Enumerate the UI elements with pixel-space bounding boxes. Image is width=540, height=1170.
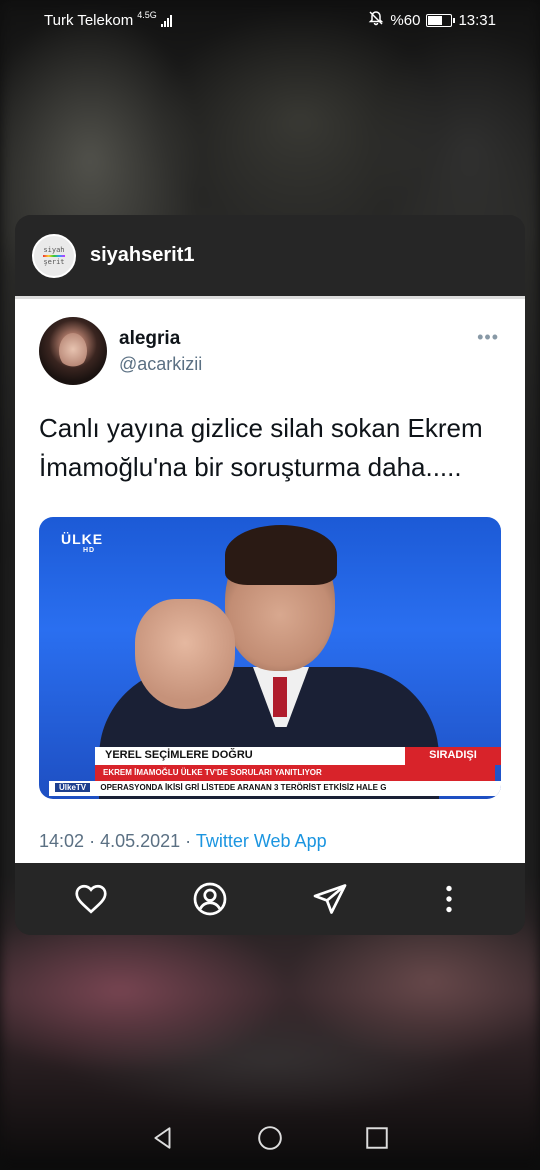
tweet-embed: alegria @acarkizii ••• Canlı yayına gizl…	[15, 296, 525, 863]
nav-home-button[interactable]	[257, 1125, 283, 1156]
ticker-source: ÜlkeTV	[55, 783, 91, 792]
person-hair	[225, 525, 337, 585]
home-icon	[258, 1125, 282, 1150]
system-nav-bar	[0, 1110, 540, 1170]
nav-back-button[interactable]	[150, 1125, 176, 1156]
back-icon	[154, 1126, 171, 1149]
lower-third-tag: SIRADIŞI	[405, 747, 501, 765]
tweet-time: 14:02	[39, 831, 85, 851]
clock: 13:31	[458, 11, 496, 29]
send-button[interactable]	[305, 874, 355, 924]
story-action-bar	[15, 863, 525, 935]
status-left: Turk Telekom 4.5G	[44, 10, 172, 29]
tweet-meta: 14:02 · 4.05.2021 · Twitter Web App	[39, 831, 327, 852]
lower-third-subtitle: EKREM İMAMOĞLU ÜLKE TV'DE SORULARI YANIT…	[95, 765, 495, 781]
tweet-author[interactable]: alegria @acarkizii	[39, 317, 202, 385]
more-options-button[interactable]	[424, 874, 474, 924]
mute-bell-icon	[368, 10, 384, 30]
battery-icon	[426, 13, 456, 27]
news-ticker: ÜlkeTV OPERASYONDA İKİSİ GRİ LİSTEDE ARA…	[49, 781, 501, 796]
profile-button[interactable]	[185, 874, 235, 924]
tweet-text: Canlı yayına gizlice silah sokan Ekrem İ…	[39, 413, 483, 482]
battery-fill	[428, 15, 442, 25]
network-type: 4.5G	[137, 10, 157, 20]
profile-icon	[193, 882, 227, 916]
channel-logo-sub: HD	[83, 547, 96, 554]
signal-icon	[160, 13, 172, 27]
account-avatar[interactable]: siyah şerit	[32, 233, 76, 278]
status-right: %60 13:31	[368, 10, 496, 30]
like-button[interactable]	[66, 874, 116, 924]
account-username[interactable]: siyahserit1	[90, 244, 195, 267]
tweet-display-name: alegria	[119, 327, 181, 349]
tweet-media-image[interactable]: ÜLKE HD YEREL SEÇİMLERE DOĞRU SIRADIŞI E…	[39, 517, 501, 799]
more-vertical-icon	[446, 885, 452, 913]
channel-logo: ÜLKE HD	[61, 531, 103, 554]
send-icon	[313, 884, 347, 914]
tweet-handle: @acarkizii	[119, 353, 203, 374]
meta-separator: ·	[89, 831, 96, 851]
tweet-more-icon[interactable]: •••	[477, 327, 499, 348]
carrier-name: Turk Telekom	[44, 11, 134, 29]
tweet-date: 4.05.2021	[100, 831, 181, 851]
avatar-stripe	[43, 254, 65, 257]
news-lower-third: YEREL SEÇİMLERE DOĞRU SIRADIŞI EKREM İMA…	[49, 747, 501, 796]
person-tie	[273, 677, 287, 717]
channel-logo-text: ÜLKE	[61, 531, 104, 547]
tweet-profile-picture[interactable]	[39, 317, 107, 385]
battery-percent: %60	[390, 11, 421, 29]
person-hands	[135, 599, 235, 709]
tweet-names: alegria @acarkizii	[119, 328, 202, 375]
ticker-text: OPERASYONDA İKİSİ GRİ LİSTEDE ARANAN 3 T…	[100, 783, 387, 792]
status-bar: Turk Telekom 4.5G %60 13:31	[0, 0, 540, 40]
shared-post-card[interactable]: siyah şerit siyahserit1 alegria @acarkiz…	[15, 215, 525, 935]
recents-icon	[365, 1126, 388, 1149]
avatar-logo-text-2: şerit	[43, 257, 65, 266]
meta-separator: ·	[185, 831, 192, 851]
tweet-source-app[interactable]: Twitter Web App	[196, 831, 327, 851]
post-header: siyah şerit siyahserit1	[15, 215, 525, 296]
nav-recents-button[interactable]	[364, 1125, 390, 1156]
lower-third-top: YEREL SEÇİMLERE DOĞRU SIRADIŞI	[95, 747, 501, 765]
heart-icon	[75, 884, 107, 914]
lower-third-title: YEREL SEÇİMLERE DOĞRU	[95, 747, 405, 765]
avatar-logo-text-1: siyah	[43, 245, 65, 254]
